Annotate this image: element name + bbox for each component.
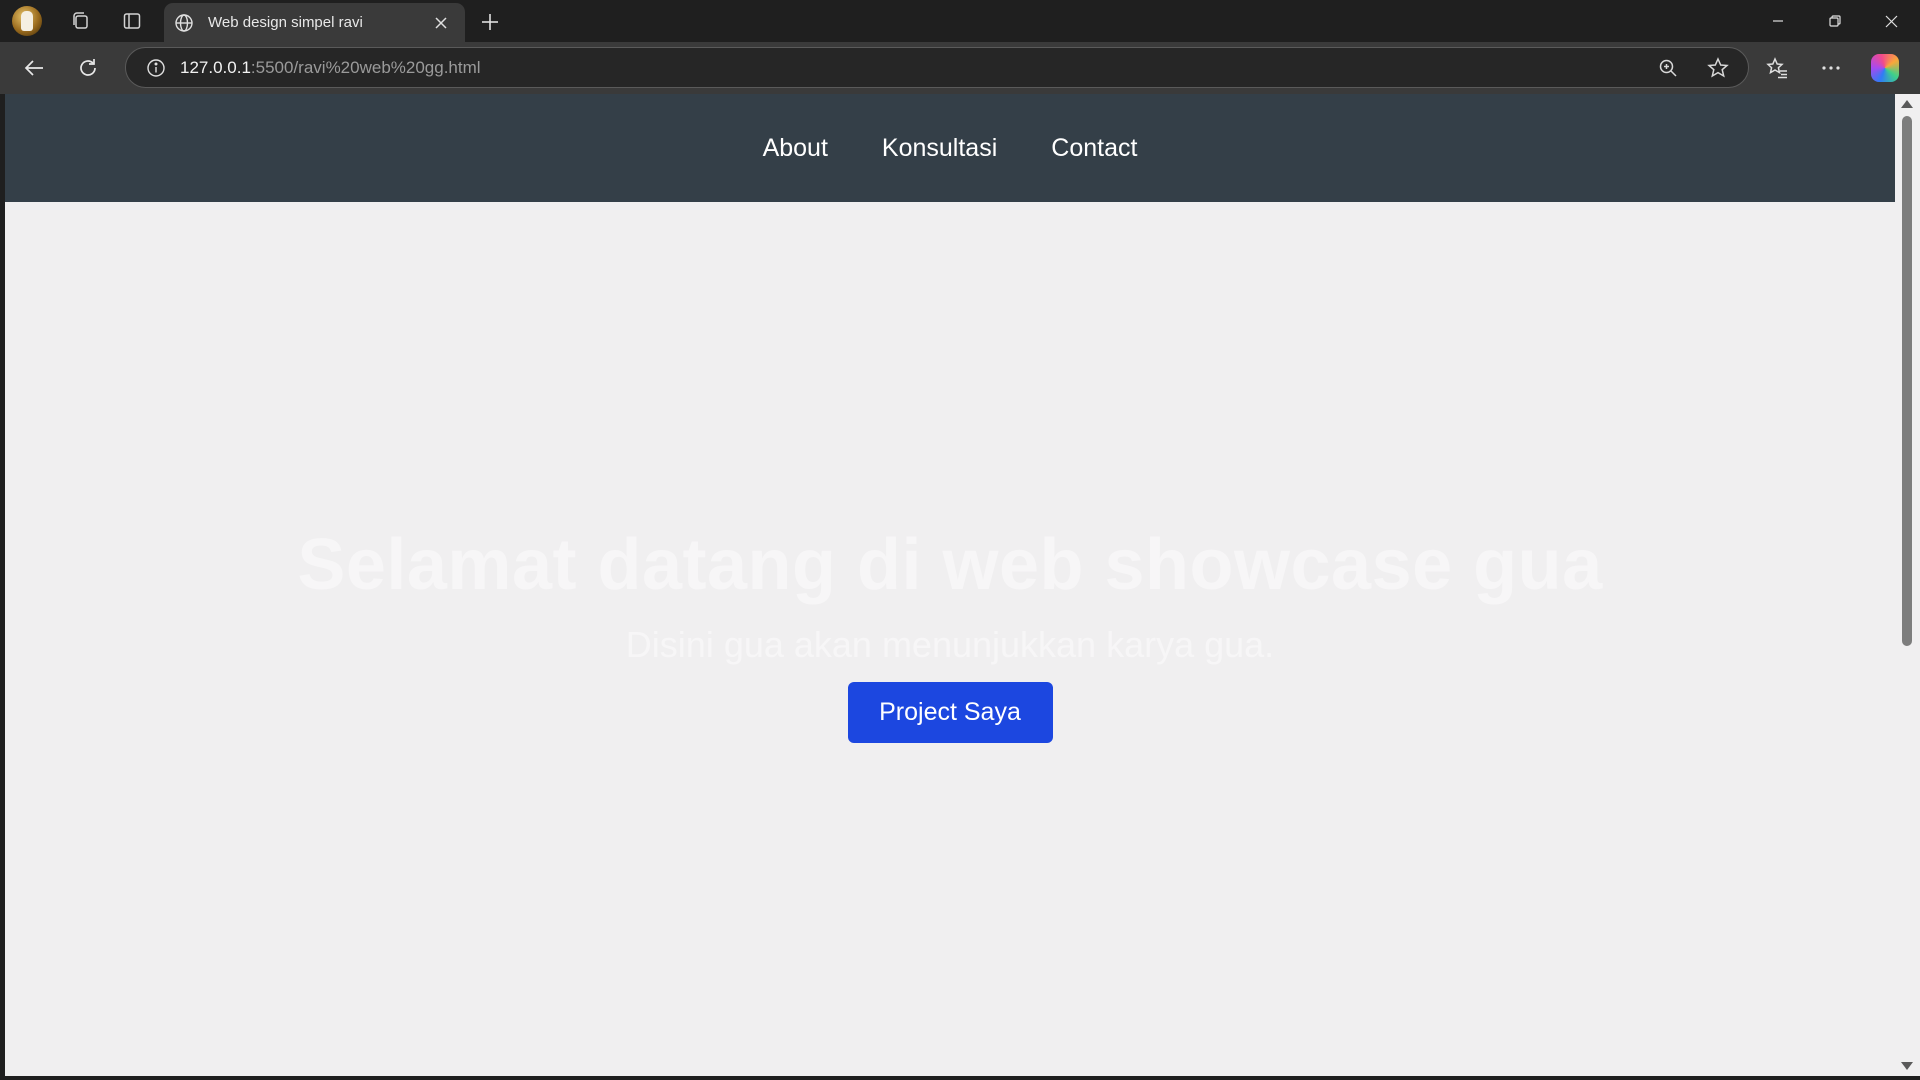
star-icon	[1707, 56, 1729, 78]
hero-subtitle: Disini gua akan menunjukkan karya gua.	[625, 623, 1275, 665]
globe-icon	[175, 13, 193, 32]
favorite-button[interactable]	[1702, 52, 1734, 84]
zoom-icon	[1659, 59, 1677, 77]
address-bar-actions	[1652, 48, 1734, 87]
tab-title: Web design simpel ravi	[208, 14, 363, 31]
new-tab-button[interactable]	[470, 6, 510, 38]
more-button[interactable]	[1804, 42, 1858, 94]
collections-icon	[73, 12, 88, 29]
tab-actions-icon	[123, 13, 141, 29]
close-icon[interactable]	[427, 9, 455, 37]
more-icon	[1822, 66, 1840, 70]
window-bottom-edge	[0, 1076, 1920, 1080]
favorites-icon	[1766, 57, 1787, 79]
back-button[interactable]	[7, 42, 61, 94]
copilot-button[interactable]	[1858, 42, 1912, 94]
window-close-button[interactable]	[1863, 0, 1920, 42]
toolbar-right	[1750, 42, 1920, 94]
url-host: 127.0.0.1	[180, 57, 251, 77]
plus-icon	[482, 14, 498, 30]
reload-icon	[80, 59, 96, 76]
back-arrow-icon	[24, 60, 43, 76]
minimize-button[interactable]	[1749, 0, 1806, 42]
site-navbar: About Konsultasi Contact	[5, 94, 1895, 202]
nav-link-about[interactable]: About	[763, 134, 828, 163]
info-icon[interactable]	[146, 58, 166, 78]
url-text[interactable]: 127.0.0.1:5500/ravi%20web%20gg.html	[180, 58, 481, 78]
zoom-button[interactable]	[1652, 52, 1684, 84]
url-path: :5500/ravi%20web%20gg.html	[250, 57, 481, 77]
page-scrollbar[interactable]	[1895, 94, 1920, 1076]
tab-actions-button[interactable]	[106, 0, 158, 42]
restore-icon	[1828, 15, 1841, 27]
scroll-up-arrow-icon[interactable]	[1901, 100, 1913, 108]
project-saya-button[interactable]: Project Saya	[847, 681, 1053, 743]
profile-avatar	[12, 6, 42, 36]
favorites-button[interactable]	[1750, 42, 1804, 94]
collections-button[interactable]	[54, 0, 106, 42]
profile-button[interactable]	[0, 0, 54, 42]
window-controls	[1749, 0, 1920, 42]
active-tab[interactable]: Web design simpel ravi	[164, 3, 465, 42]
scroll-down-arrow-icon[interactable]	[1901, 1062, 1913, 1070]
browser-toolbar: 127.0.0.1:5500/ravi%20web%20gg.html	[0, 42, 1920, 94]
nav-link-contact[interactable]: Contact	[1051, 134, 1137, 163]
reload-button[interactable]	[61, 42, 115, 94]
copilot-icon	[1871, 54, 1899, 82]
minimize-icon	[1772, 20, 1783, 22]
browser-titlebar: Web design simpel ravi	[0, 0, 1920, 42]
scrollbar-thumb[interactable]	[1902, 116, 1912, 646]
restore-button[interactable]	[1806, 0, 1863, 42]
window-close-icon	[1885, 15, 1898, 27]
hero-section: Selamat datang di web showcase gua Disin…	[5, 202, 1895, 1076]
nav-link-konsultasi[interactable]: Konsultasi	[882, 134, 997, 163]
page-viewport: About Konsultasi Contact Selamat datang …	[5, 94, 1895, 1076]
address-bar[interactable]: 127.0.0.1:5500/ravi%20web%20gg.html	[125, 47, 1749, 88]
hero-title: Selamat datang di web showcase gua	[297, 524, 1603, 605]
